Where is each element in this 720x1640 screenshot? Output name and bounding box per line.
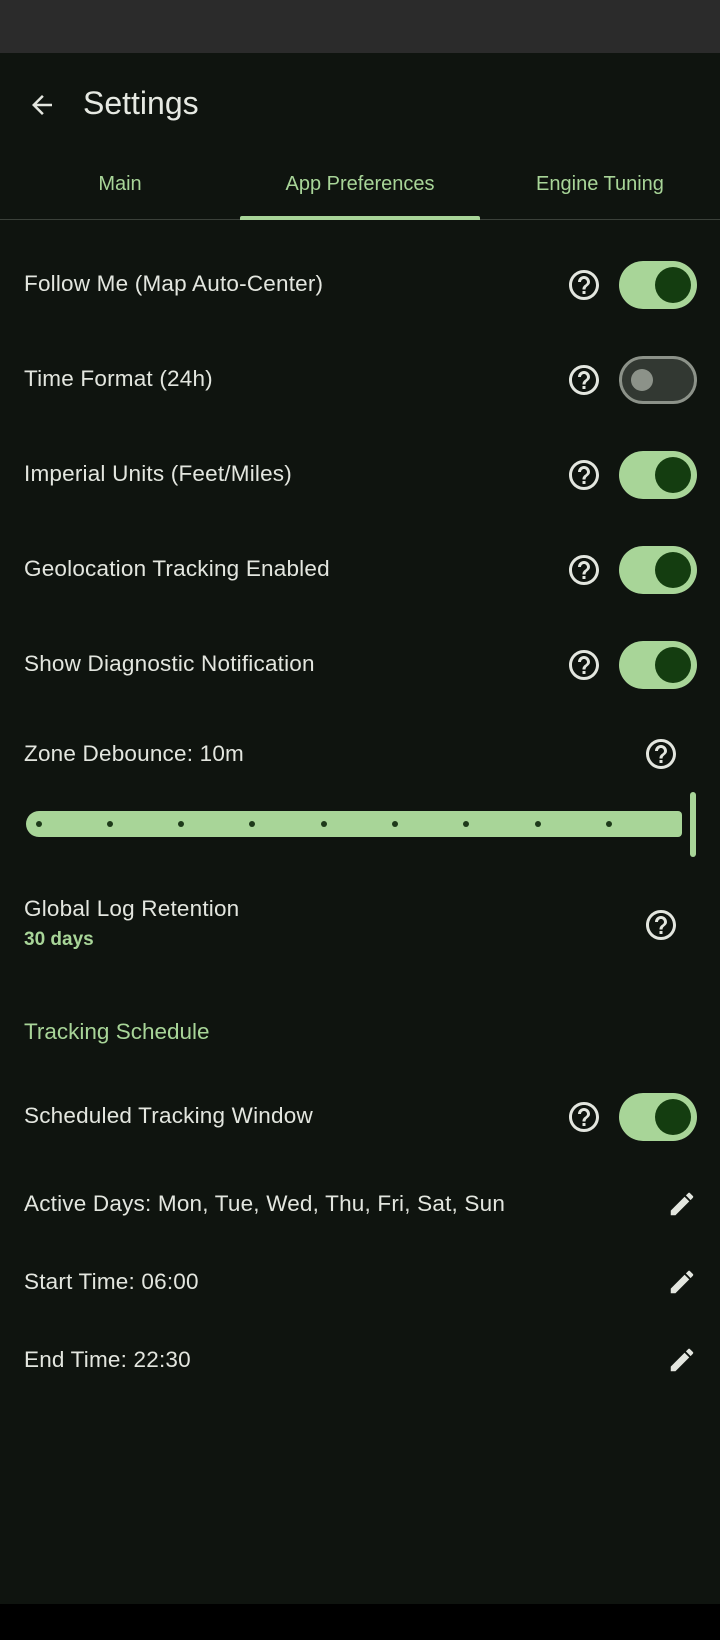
time-format-toggle[interactable] [619, 356, 697, 404]
toggle-knob [655, 1099, 691, 1135]
pencil-edit-icon [670, 1192, 694, 1216]
help-circle-icon[interactable] [566, 1099, 602, 1135]
arrow-back-icon [32, 95, 52, 115]
diagnostic-toggle[interactable] [619, 641, 697, 689]
setting-row-geolocation: Geolocation Tracking Enabled [0, 546, 720, 594]
pencil-edit-icon [670, 1348, 694, 1372]
app-bar: Settings [0, 53, 720, 149]
active-days-row[interactable]: Active Days: Mon, Tue, Wed, Thu, Fri, Sa… [0, 1184, 720, 1224]
setting-label: Time Format (24h) [24, 366, 213, 391]
status-bar [0, 0, 720, 53]
scheduled-window-toggle[interactable] [619, 1093, 697, 1141]
end-time-row[interactable]: End Time: 22:30 [0, 1340, 720, 1380]
start-time-row[interactable]: Start Time: 06:00 [0, 1262, 720, 1302]
slider-tick [107, 821, 113, 827]
start-time-label: Start Time: 06:00 [24, 1269, 199, 1294]
slider-tick [535, 821, 541, 827]
setting-label: Show Diagnostic Notification [24, 651, 315, 676]
follow-me-toggle[interactable] [619, 261, 697, 309]
toggle-knob [631, 369, 653, 391]
setting-row-follow-me: Follow Me (Map Auto-Center) [0, 261, 720, 309]
log-retention-value: 30 days [24, 929, 94, 950]
slider-tick [392, 821, 398, 827]
help-circle-icon[interactable] [643, 736, 679, 772]
edit-end-time-button[interactable] [664, 1342, 700, 1378]
zone-debounce-row: Zone Debounce: 10m [0, 734, 720, 774]
setting-row-scheduled-window: Scheduled Tracking Window [0, 1093, 720, 1141]
edit-active-days-button[interactable] [664, 1186, 700, 1222]
toggle-knob [655, 267, 691, 303]
toggle-knob [655, 457, 691, 493]
setting-label: Follow Me (Map Auto-Center) [24, 271, 324, 296]
tab-engine-tuning[interactable]: Engine Tuning [480, 149, 720, 219]
help-circle-icon[interactable] [566, 457, 602, 493]
help-circle-icon[interactable] [566, 362, 602, 398]
toggle-knob [655, 647, 691, 683]
help-circle-icon[interactable] [643, 907, 679, 943]
page-title: Settings [83, 85, 199, 121]
tab-app-preferences[interactable]: App Preferences [240, 149, 480, 220]
active-days-label: Active Days: Mon, Tue, Wed, Thu, Fri, Sa… [24, 1191, 506, 1216]
setting-row-time-format: Time Format (24h) [0, 356, 720, 404]
toggle-knob [655, 552, 691, 588]
back-button[interactable] [18, 81, 66, 129]
tab-bar: Main App Preferences Engine Tuning [0, 149, 720, 220]
slider-handle[interactable] [690, 792, 696, 857]
help-circle-icon[interactable] [566, 267, 602, 303]
tab-main[interactable]: Main [0, 149, 240, 219]
slider-tick [178, 821, 184, 827]
slider-tick [463, 821, 469, 827]
imperial-units-toggle[interactable] [619, 451, 697, 499]
setting-row-diagnostic: Show Diagnostic Notification [0, 641, 720, 689]
geolocation-toggle[interactable] [619, 546, 697, 594]
edit-start-time-button[interactable] [664, 1264, 700, 1300]
end-time-label: End Time: 22:30 [24, 1347, 191, 1372]
slider-tick [606, 821, 612, 827]
section-title-tracking-schedule: Tracking Schedule [24, 1019, 210, 1044]
slider-tick [249, 821, 255, 827]
help-circle-icon[interactable] [566, 647, 602, 683]
setting-row-imperial-units: Imperial Units (Feet/Miles) [0, 451, 720, 499]
setting-label: Imperial Units (Feet/Miles) [24, 461, 292, 486]
slider-tick [36, 821, 42, 827]
setting-label: Geolocation Tracking Enabled [24, 556, 330, 581]
log-retention-row[interactable]: Global Log Retention 30 days [0, 893, 720, 953]
pencil-edit-icon [670, 1270, 694, 1294]
log-retention-label: Global Log Retention [24, 896, 240, 921]
help-circle-icon[interactable] [566, 552, 602, 588]
navigation-bar [0, 1604, 720, 1640]
zone-debounce-slider[interactable] [26, 811, 682, 837]
zone-debounce-label: Zone Debounce: 10m [24, 741, 244, 766]
setting-label: Scheduled Tracking Window [24, 1103, 313, 1128]
slider-tick [321, 821, 327, 827]
